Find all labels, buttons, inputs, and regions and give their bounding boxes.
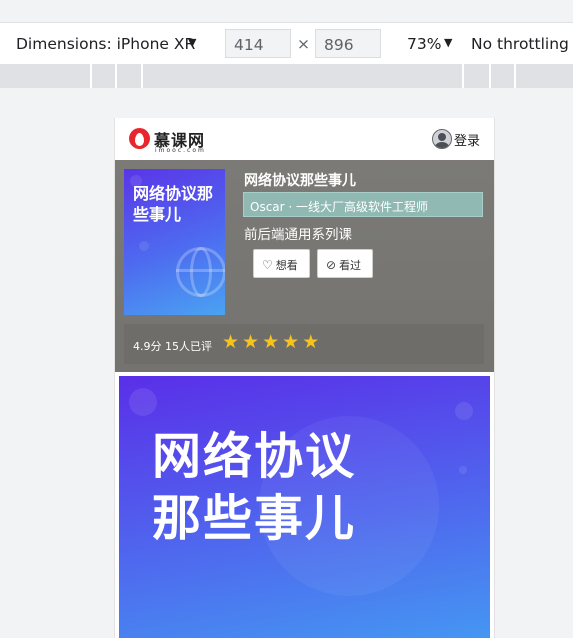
zoom-dropdown-icon[interactable]: ▼ <box>444 36 452 49</box>
course-series: 前后端通用系列课 <box>244 227 352 243</box>
ruler-divider <box>115 64 117 88</box>
rating-bar: 4.9分 15人已评 ★ ★ ★ ★ ★ <box>124 324 484 364</box>
banner-title-line1: 网络协议 <box>152 428 357 485</box>
media-query-ruler[interactable] <box>0 64 573 88</box>
ruler-divider <box>462 64 464 88</box>
width-input[interactable]: 414 <box>225 29 291 58</box>
throttle-select[interactable]: No throttling <box>471 35 569 53</box>
devtools-top-strip <box>0 0 573 23</box>
logo-domain: imooc.com <box>155 147 206 154</box>
banner-title: 网络协议 那些事儿 <box>152 426 356 550</box>
course-teacher[interactable]: Oscar · 一线大厂高级软件工程师 <box>243 192 483 217</box>
course-info: 网络协议那些事儿 网络协议那些事儿 Oscar · 一线大厂高级软件工程师 前后… <box>115 160 494 372</box>
course-cover[interactable]: 网络协议那些事儿 <box>124 169 225 315</box>
globe-icon <box>176 247 225 297</box>
login-label: 登录 <box>453 134 480 149</box>
want-label: 想看 <box>275 259 298 272</box>
zoom-select[interactable]: 73% <box>407 35 441 53</box>
star-icon: ★ <box>242 331 260 353</box>
dimension-times: × <box>297 35 310 53</box>
star-icon: ★ <box>302 331 320 353</box>
course-banner: 网络协议 那些事儿 <box>119 376 490 638</box>
login-link[interactable]: 登录 <box>424 129 480 151</box>
cover-title: 网络协议那些事儿 <box>133 184 214 224</box>
heart-icon: ♡ <box>262 258 273 272</box>
watched-button[interactable]: ⊘ 看过 <box>317 249 373 278</box>
device-dropdown-icon[interactable]: ▼ <box>188 36 196 49</box>
course-title: 网络协议那些事儿 <box>244 173 356 189</box>
want-to-watch-button[interactable]: ♡ 想看 <box>253 249 310 278</box>
star-icon: ★ <box>282 331 300 353</box>
star-icon: ★ <box>262 331 280 353</box>
ruler-divider <box>141 64 143 88</box>
height-input[interactable]: 896 <box>315 29 381 58</box>
user-avatar-icon <box>432 129 452 149</box>
banner-title-line2: 那些事儿 <box>152 490 357 547</box>
mobile-page: 慕课网 imooc.com 登录 网络协议那些事儿 网络协议那些事儿 Oscar… <box>114 118 495 638</box>
device-select[interactable]: Dimensions: iPhone XR <box>16 35 195 53</box>
ruler-divider <box>514 64 516 88</box>
rating-stars: ★ ★ ★ ★ ★ <box>222 332 322 352</box>
rating-text: 4.9分 15人已评 <box>133 340 212 353</box>
ruler-divider <box>489 64 491 88</box>
check-circle-icon: ⊘ <box>326 258 337 272</box>
flame-logo-icon <box>129 128 150 149</box>
site-header: 慕课网 imooc.com 登录 <box>115 118 494 160</box>
device-toolbar: Dimensions: iPhone XR ▼ 414 × 896 73% ▼ … <box>0 23 573 64</box>
star-icon: ★ <box>222 331 240 353</box>
seen-label: 看过 <box>339 259 362 272</box>
ruler-divider <box>90 64 92 88</box>
